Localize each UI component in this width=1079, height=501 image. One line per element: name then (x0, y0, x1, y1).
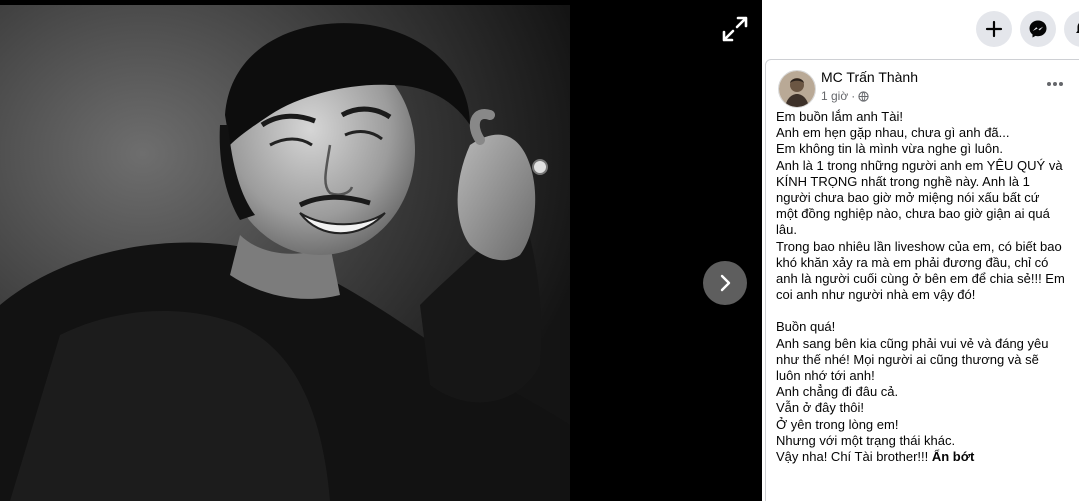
expand-button[interactable] (718, 12, 752, 46)
post-line: Ở yên trong lòng em! (776, 416, 899, 432)
post-last-line: Vậy nha! Chí Tài brother!!! Ẩn bớt (776, 449, 1076, 465)
post-line: như thế nhé! Mọi người ai cũng thương và… (776, 351, 1039, 367)
plus-icon (985, 20, 1003, 38)
post-time[interactable]: 1 giờ (821, 89, 848, 103)
post-text: Em buồn lắm anh Tài! Anh em hẹn gặp nhau… (776, 109, 1076, 465)
post-line: Em không tin là mình vừa nghe gì luôn. (776, 141, 1003, 157)
create-button[interactable] (976, 11, 1012, 47)
see-less-link[interactable]: Ẩn bớt (932, 449, 974, 464)
next-photo-button[interactable] (703, 261, 747, 305)
top-bar (762, 0, 1079, 56)
chevron-right-icon (720, 274, 731, 292)
post-line: Anh là 1 trong những người anh em YÊU QU… (776, 157, 1063, 173)
post-line: người chưa bao giờ mở miệng nói xấu bất … (776, 190, 1040, 206)
post-line: khó khăn xảy ra mà em phải đương đầu, ch… (776, 254, 1049, 270)
post-line: Anh chẳng đi đâu cả. (776, 384, 899, 400)
post-author[interactable]: MC Trấn Thành (821, 69, 918, 85)
post-line: Em buồn lắm anh Tài! (776, 109, 903, 124)
post-line: luôn nhớ tới anh! (776, 368, 875, 384)
notifications-button[interactable] (1064, 11, 1079, 47)
post-line: Nhưng với một trạng thái khác. (776, 432, 956, 448)
ellipsis-icon (1047, 82, 1063, 86)
photo-viewer (0, 0, 762, 501)
post-line: Trong bao nhiêu lần liveshow của em, có … (776, 238, 1062, 254)
post-photo (0, 5, 570, 501)
post-options-button[interactable] (1046, 74, 1064, 92)
messenger-icon (1029, 20, 1047, 38)
post-line: Anh em hẹn gặp nhau, chưa gì anh đã... (776, 125, 1010, 141)
post-line: Vẫn ở đây thôi! (776, 400, 865, 416)
post-line: Vậy nha! Chí Tài brother!!! (776, 449, 929, 465)
post-line: anh là người cuối cùng ở bên em để chia … (776, 271, 1065, 287)
messenger-button[interactable] (1020, 11, 1056, 47)
avatar[interactable] (778, 70, 816, 108)
post-line: Anh sang bên kia cũng phải vui vẻ và đán… (776, 335, 1049, 351)
author-name[interactable]: MC Trấn Thành (821, 69, 918, 85)
post-line: coi anh như người nhà em vậy đó! (776, 287, 976, 303)
post-line: Buồn quá! (776, 319, 836, 335)
post-line: một đồng nghiệp nào, chưa bao giờ giận a… (776, 206, 1050, 222)
post-line: KÍNH TRỌNG nhất trong nghề này. Anh là 1 (776, 173, 1030, 189)
bell-icon (1076, 23, 1079, 33)
meta-separator: · (851, 89, 856, 103)
expand-icon (722, 16, 748, 42)
post-card: MC Trấn Thành 1 giờ · Em buồn lắm anh Tà… (765, 59, 1079, 501)
post-line: lâu. (776, 222, 797, 238)
globe-icon (858, 90, 869, 102)
post-meta: 1 giờ · (821, 89, 869, 103)
post-side-panel: MC Trấn Thành 1 giờ · Em buồn lắm anh Tà… (762, 0, 1079, 501)
